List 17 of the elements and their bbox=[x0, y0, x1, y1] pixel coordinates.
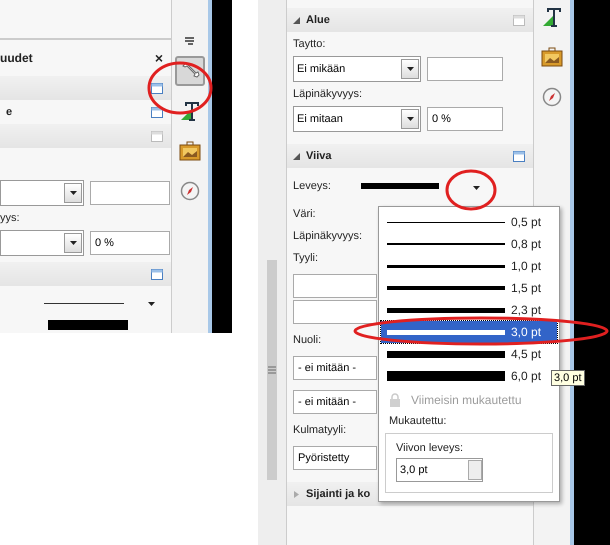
section-label: Mukautettu: bbox=[388, 414, 448, 429]
field-label: Nuoli: bbox=[293, 334, 322, 346]
section-title: Alue bbox=[306, 14, 330, 26]
panel-title: uudet bbox=[0, 51, 33, 65]
section-title: Sijainti ja ko bbox=[306, 488, 370, 500]
field-label: Leveys: bbox=[293, 180, 331, 192]
field-label: yys: bbox=[0, 212, 20, 224]
field-label: Taytto: bbox=[293, 38, 326, 50]
section-title: Viiva bbox=[306, 150, 332, 162]
field-label: Kulmatyyli: bbox=[293, 424, 346, 436]
section-title: e bbox=[6, 106, 12, 118]
field-label: Väri: bbox=[293, 208, 316, 220]
field-label: Tyyli: bbox=[293, 252, 318, 264]
field-label: Läpinäkyvyys: bbox=[293, 230, 362, 242]
field-label: Läpinäkyvyys: bbox=[293, 88, 362, 100]
tooltip: 3,0 pt bbox=[551, 370, 585, 386]
field-label: Viivon leveys: bbox=[396, 442, 464, 454]
